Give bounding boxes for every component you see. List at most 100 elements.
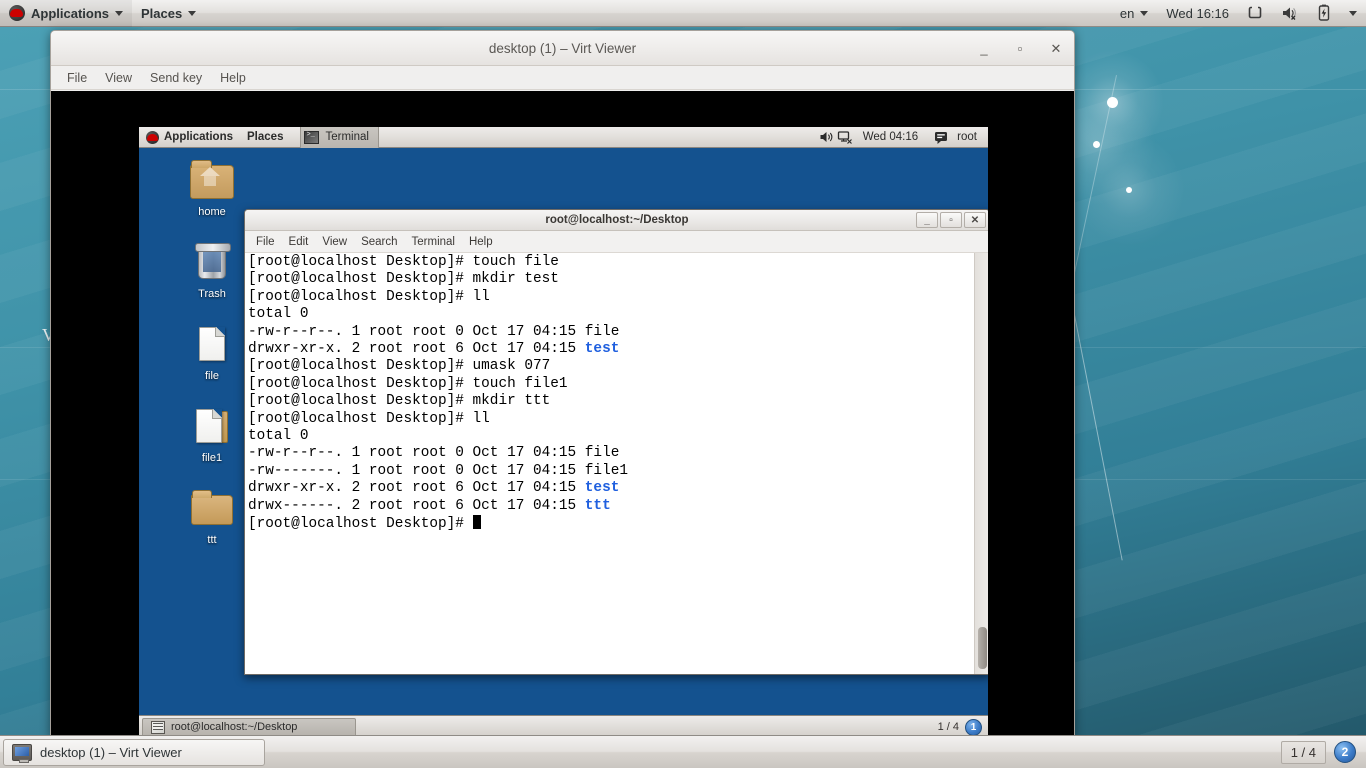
guest-applications-menu[interactable]: Applications [139, 127, 240, 148]
host-places-menu[interactable]: Places [132, 0, 205, 27]
close-button[interactable]: ✕ [1046, 39, 1066, 59]
guest-workspace-switcher: 1 / 4 1 [938, 718, 988, 736]
terminal-window: root@localhost:~/Desktop _ ▫ ✕ File Edit… [244, 209, 988, 675]
terminal-output-text: total 0 [248, 428, 309, 445]
virt-viewer-title: desktop (1) – Virt Viewer [488, 40, 637, 56]
terminal-icon [151, 720, 165, 734]
host-workspace-indicator[interactable]: 1 / 4 [1280, 740, 1326, 764]
terminal-scrollbar-thumb[interactable] [978, 627, 987, 669]
terminal-body[interactable]: [root@localhost Desktop]# touch file [roo… [245, 253, 988, 674]
terminal-prompt: [root@localhost Desktop]# [248, 271, 473, 288]
terminal-directory-name: test [584, 341, 620, 358]
keyboard-layout-indicator[interactable]: en [1111, 0, 1157, 27]
desktop-icon-label: Trash [198, 288, 226, 300]
battery-button[interactable] [1308, 0, 1340, 27]
monitor-icon [12, 743, 32, 763]
desktop-icon-home[interactable]: home [175, 159, 249, 218]
terminal-command: ll [472, 410, 490, 427]
desktop-icon-label: ttt [207, 534, 217, 546]
maximize-button[interactable]: ▫ [940, 212, 962, 228]
virt-viewer-titlebar[interactable]: desktop (1) – Virt Viewer _ ▫ ✕ [51, 31, 1074, 66]
menu-file[interactable]: File [249, 234, 282, 250]
host-tray-menu[interactable] [1340, 0, 1366, 27]
minimize-button[interactable]: _ [916, 212, 938, 228]
desktop-icon-file1[interactable]: file1 [175, 405, 249, 464]
host-applications-menu[interactable]: Applications [0, 0, 133, 27]
menu-file[interactable]: File [59, 69, 95, 87]
menu-view[interactable]: View [315, 234, 354, 250]
guest-taskbar-item-label: root@localhost:~/Desktop [171, 721, 298, 733]
menu-search[interactable]: Search [354, 234, 404, 250]
host-workspace-badge[interactable]: 2 [1334, 741, 1356, 763]
volume-button[interactable] [819, 130, 835, 144]
terminal-command: touch file1 [472, 375, 568, 392]
guest-desktop: Applications Places Terminal [139, 127, 988, 736]
terminal-icon [304, 130, 320, 144]
terminal-line: drwxr-xr-x. 2 root root 6 Oct 17 04:15 t… [248, 480, 971, 497]
host-clock-label: Wed 16:16 [1166, 5, 1229, 21]
desktop-icon-ttt[interactable]: ttt [175, 487, 249, 546]
desktop-icon-label: file1 [201, 452, 223, 464]
menu-send-key[interactable]: Send key [142, 69, 210, 87]
terminal-output-text: drwxr-xr-x. 2 root root 6 Oct 17 04:15 [248, 480, 585, 497]
terminal-command: ll [472, 288, 490, 305]
menu-view[interactable]: View [97, 69, 140, 87]
menu-edit[interactable]: Edit [282, 234, 316, 250]
host-taskbar-item-virt-viewer[interactable]: desktop (1) – Virt Viewer [3, 738, 265, 766]
menu-help[interactable]: Help [212, 69, 254, 87]
minimize-button[interactable]: _ [974, 39, 994, 59]
terminal-scrollbar[interactable] [974, 253, 988, 674]
guest-clock[interactable]: Wed 04:16 [856, 127, 925, 148]
terminal-prompt: [root@localhost Desktop]# [248, 516, 473, 533]
terminal-command: touch file [472, 254, 559, 270]
terminal-directory-name: ttt [584, 497, 611, 514]
guest-top-panel-tray: Wed 04:16 root [819, 127, 988, 148]
terminal-output-text: -rw-r--r--. 1 root root 0 Oct 17 04:15 f… [248, 323, 620, 340]
terminal-line: [root@localhost Desktop]# touch file [248, 254, 971, 271]
guest-bottom-panel: root@localhost:~/Desktop 1 / 4 1 [139, 715, 988, 736]
terminal-line: [root@localhost Desktop]# umask 077 [248, 358, 971, 375]
terminal-output-text: drwxr-xr-x. 2 root root 6 Oct 17 04:15 [248, 341, 585, 358]
wallpaper-dot [1126, 187, 1132, 193]
menu-terminal[interactable]: Terminal [405, 234, 462, 250]
maximize-button[interactable]: ▫ [1010, 39, 1030, 59]
guest-places-label: Places [247, 131, 284, 143]
desktop-icon-file[interactable]: file [175, 323, 249, 382]
battery-charging-icon [1318, 4, 1330, 21]
chevron-down-icon [1140, 10, 1149, 16]
host-top-panel-tray: en Wed 16:16 [1111, 0, 1366, 27]
wallpaper-dot [1093, 141, 1100, 148]
chevron-down-icon [188, 10, 197, 16]
close-button[interactable]: ✕ [964, 212, 986, 228]
guest-workspace-indicator[interactable]: 1 / 4 [938, 721, 959, 733]
terminal-line: [root@localhost Desktop]# [248, 515, 971, 533]
volume-muted-button[interactable] [1272, 0, 1308, 27]
menu-help[interactable]: Help [462, 234, 500, 250]
virt-viewer-window-controls: _ ▫ ✕ [974, 31, 1066, 66]
terminal-line: [root@localhost Desktop]# ll [248, 289, 971, 306]
guest-workspace-badge[interactable]: 1 [965, 718, 982, 736]
host-workspace-switcher: 1 / 4 2 [1280, 740, 1366, 764]
host-clock[interactable]: Wed 16:16 [1157, 0, 1238, 27]
terminal-line: [root@localhost Desktop]# touch file1 [248, 376, 971, 393]
guest-window-list-terminal[interactable]: Terminal [300, 127, 379, 148]
home-folder-icon [188, 159, 236, 203]
guest-user-menu[interactable]: root [927, 127, 984, 148]
guest-places-menu[interactable]: Places [240, 127, 290, 148]
guest-taskbar-item-terminal[interactable]: root@localhost:~/Desktop [142, 717, 356, 736]
chevron-down-icon [115, 10, 124, 16]
terminal-titlebar[interactable]: root@localhost:~/Desktop _ ▫ ✕ [245, 210, 988, 231]
guest-clock-label: Wed 04:16 [862, 131, 919, 143]
display-settings-icon[interactable] [1238, 0, 1272, 27]
desktop-icon-trash[interactable]: Trash [175, 241, 249, 300]
host-places-label: Places [141, 5, 183, 21]
terminal-title-label: root@localhost:~/Desktop [545, 214, 689, 226]
network-disconnected-button[interactable] [837, 130, 854, 145]
guest-top-panel: Applications Places Terminal [139, 127, 988, 148]
terminal-cursor [472, 515, 482, 530]
terminal-output-text: total 0 [248, 306, 309, 323]
terminal-line: -rw-------. 1 root root 0 Oct 17 04:15 f… [248, 463, 971, 480]
virt-viewer-viewport: Applications Places Terminal [51, 91, 1074, 736]
chevron-down-icon [1349, 10, 1357, 16]
host-taskbar-item-label: desktop (1) – Virt Viewer [40, 744, 182, 760]
